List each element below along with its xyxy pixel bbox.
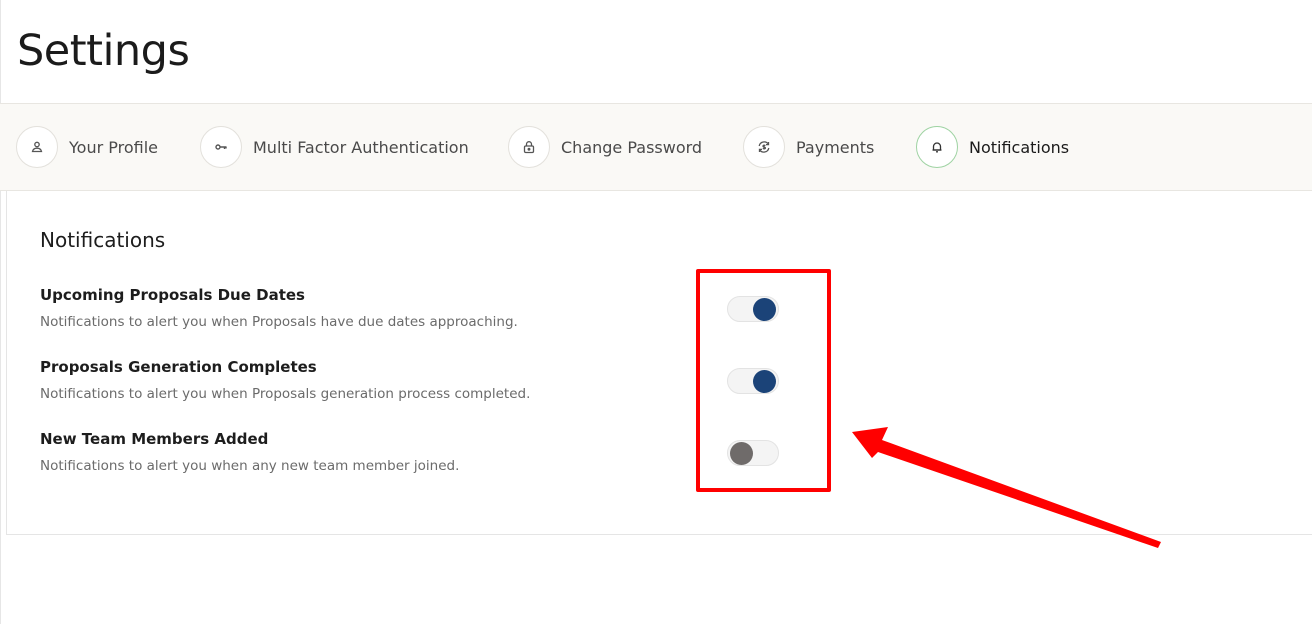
tab-label: Multi Factor Authentication — [253, 137, 469, 157]
tab-your-profile[interactable]: Your Profile — [16, 126, 158, 168]
tab-notifications[interactable]: Notifications — [916, 126, 1069, 168]
toggle-knob — [753, 298, 776, 321]
tab-label: Your Profile — [69, 137, 158, 157]
notification-description: Notifications to alert you when Proposal… — [40, 386, 531, 402]
refresh-currency-icon — [743, 126, 785, 168]
tab-label: Payments — [796, 137, 875, 157]
toggle-generation-completes[interactable] — [727, 368, 779, 394]
toggle-new-team-members[interactable] — [727, 440, 779, 466]
tab-label: Change Password — [561, 137, 703, 157]
bell-icon — [916, 126, 958, 168]
notification-title: Upcoming Proposals Due Dates — [40, 286, 305, 304]
tab-label: Notifications — [969, 137, 1070, 157]
key-icon — [200, 126, 242, 168]
notification-description: Notifications to alert you when any new … — [40, 458, 460, 474]
toggle-knob — [753, 370, 776, 393]
page-title: Settings — [17, 26, 190, 76]
notification-item-new-team-members: New Team Members Added Notifications to … — [40, 430, 459, 474]
notification-item-generation-completes: Proposals Generation Completes Notificat… — [40, 358, 530, 402]
settings-tabs: Your Profile Multi Factor Authentication… — [0, 103, 1312, 191]
notification-description: Notifications to alert you when Proposal… — [40, 314, 518, 330]
section-title: Notifications — [40, 228, 166, 252]
notification-item-upcoming-due-dates: Upcoming Proposals Due Dates Notificatio… — [40, 286, 518, 330]
toggle-knob — [730, 442, 753, 465]
notification-title: New Team Members Added — [40, 430, 269, 448]
notification-title: Proposals Generation Completes — [40, 358, 317, 376]
user-icon — [16, 126, 58, 168]
notifications-panel: Notifications Upcoming Proposals Due Dat… — [6, 191, 1312, 535]
tab-change-password[interactable]: Change Password — [508, 126, 702, 168]
toggle-upcoming-due-dates[interactable] — [727, 296, 779, 322]
tab-payments[interactable]: Payments — [743, 126, 874, 168]
tab-multi-factor-authentication[interactable]: Multi Factor Authentication — [200, 126, 469, 168]
lock-icon — [508, 126, 550, 168]
